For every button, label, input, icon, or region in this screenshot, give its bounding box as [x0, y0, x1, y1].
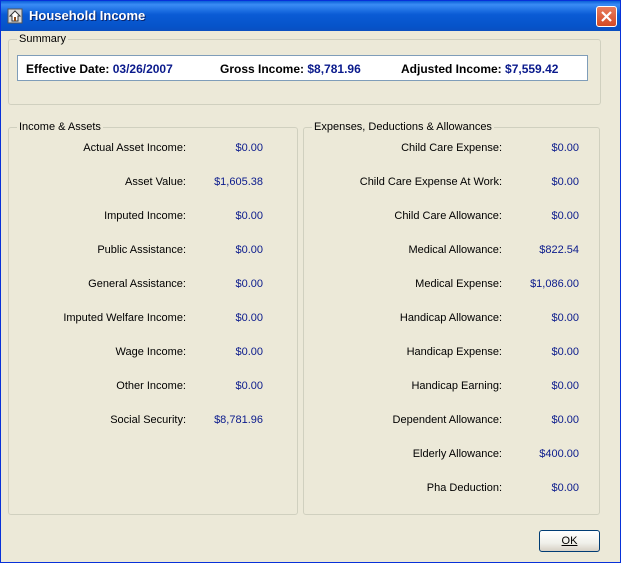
imputed-income-value: $0.00	[235, 210, 263, 222]
summary-group-label: Summary	[17, 33, 69, 45]
actual-asset-income-value: $0.00	[235, 142, 263, 154]
imputed-welfare-income-value: $0.00	[235, 312, 263, 324]
gross-income-label: Gross Income:	[220, 62, 305, 76]
adjusted-income-label: Adjusted Income:	[401, 62, 502, 76]
handicap-expense-label: Handicap Expense:	[406, 346, 502, 358]
handicap-allowance-label: Handicap Allowance:	[399, 312, 502, 324]
general-assistance-label: General Assistance:	[88, 278, 186, 290]
house-icon	[7, 8, 23, 24]
handicap-expense-value: $0.00	[551, 346, 579, 358]
window-title: Household Income	[29, 8, 146, 23]
expenses-group: Expenses, Deductions & Allowances Child …	[303, 121, 600, 515]
gross-income-value: $8,781.96	[307, 62, 361, 76]
dependent-allowance-label: Dependent Allowance:	[392, 414, 502, 426]
effective-date-label: Effective Date:	[26, 62, 110, 76]
close-icon	[601, 11, 612, 22]
pha-deduction-label: Pha Deduction:	[426, 482, 502, 494]
pha-deduction-value: $0.00	[551, 482, 579, 494]
handicap-earning-label: Handicap Earning:	[411, 380, 502, 392]
close-button[interactable]	[596, 6, 617, 27]
title-bar[interactable]: Household Income	[1, 1, 620, 31]
imputed-income-label: Imputed Income:	[104, 210, 186, 222]
social-security-value: $8,781.96	[214, 414, 263, 426]
gross-income: Gross Income: $8,781.96	[220, 62, 361, 76]
child-care-expense-at-work-value: $0.00	[551, 176, 579, 188]
adjusted-income-value: $7,559.42	[505, 62, 559, 76]
handicap-allowance-value: $0.00	[551, 312, 579, 324]
general-assistance-value: $0.00	[235, 278, 263, 290]
summary-panel: Effective Date: 03/26/2007 Gross Income:…	[17, 55, 588, 81]
household-income-dialog: Household Income Summary Effective Date:…	[0, 0, 621, 563]
handicap-earning-value: $0.00	[551, 380, 579, 392]
income-assets-group-label: Income & Assets	[17, 121, 103, 133]
medical-expense-value: $1,086.00	[530, 278, 579, 290]
ok-button[interactable]: OK	[539, 530, 600, 552]
expenses-group-label: Expenses, Deductions & Allowances	[312, 121, 494, 133]
medical-allowance-value: $822.54	[539, 244, 579, 256]
child-care-expense-label: Child Care Expense:	[401, 142, 502, 154]
social-security-label: Social Security:	[110, 414, 186, 426]
other-income-label: Other Income:	[116, 380, 186, 392]
wage-income-value: $0.00	[235, 346, 263, 358]
wage-income-label: Wage Income:	[115, 346, 186, 358]
child-care-allowance-label: Child Care Allowance:	[394, 210, 502, 222]
child-care-allowance-value: $0.00	[551, 210, 579, 222]
other-income-value: $0.00	[235, 380, 263, 392]
elderly-allowance-value: $400.00	[539, 448, 579, 460]
ok-button-label: OK	[561, 535, 578, 547]
summary-group: Summary Effective Date: 03/26/2007 Gross…	[8, 33, 601, 105]
elderly-allowance-label: Elderly Allowance:	[412, 448, 502, 460]
public-assistance-label: Public Assistance:	[97, 244, 186, 256]
effective-date-value: 03/26/2007	[112, 62, 173, 76]
adjusted-income: Adjusted Income: $7,559.42	[401, 62, 558, 76]
public-assistance-value: $0.00	[235, 244, 263, 256]
actual-asset-income-label: Actual Asset Income:	[83, 142, 186, 154]
income-assets-group: Income & Assets Actual Asset Income: $0.…	[8, 121, 298, 515]
medical-expense-label: Medical Expense:	[415, 278, 502, 290]
asset-value-value: $1,605.38	[214, 176, 263, 188]
child-care-expense-value: $0.00	[551, 142, 579, 154]
medical-allowance-label: Medical Allowance:	[408, 244, 502, 256]
asset-value-label: Asset Value:	[125, 176, 186, 188]
effective-date: Effective Date: 03/26/2007	[26, 62, 173, 76]
imputed-welfare-income-label: Imputed Welfare Income:	[63, 312, 186, 324]
child-care-expense-at-work-label: Child Care Expense At Work:	[359, 176, 502, 188]
dependent-allowance-value: $0.00	[551, 414, 579, 426]
